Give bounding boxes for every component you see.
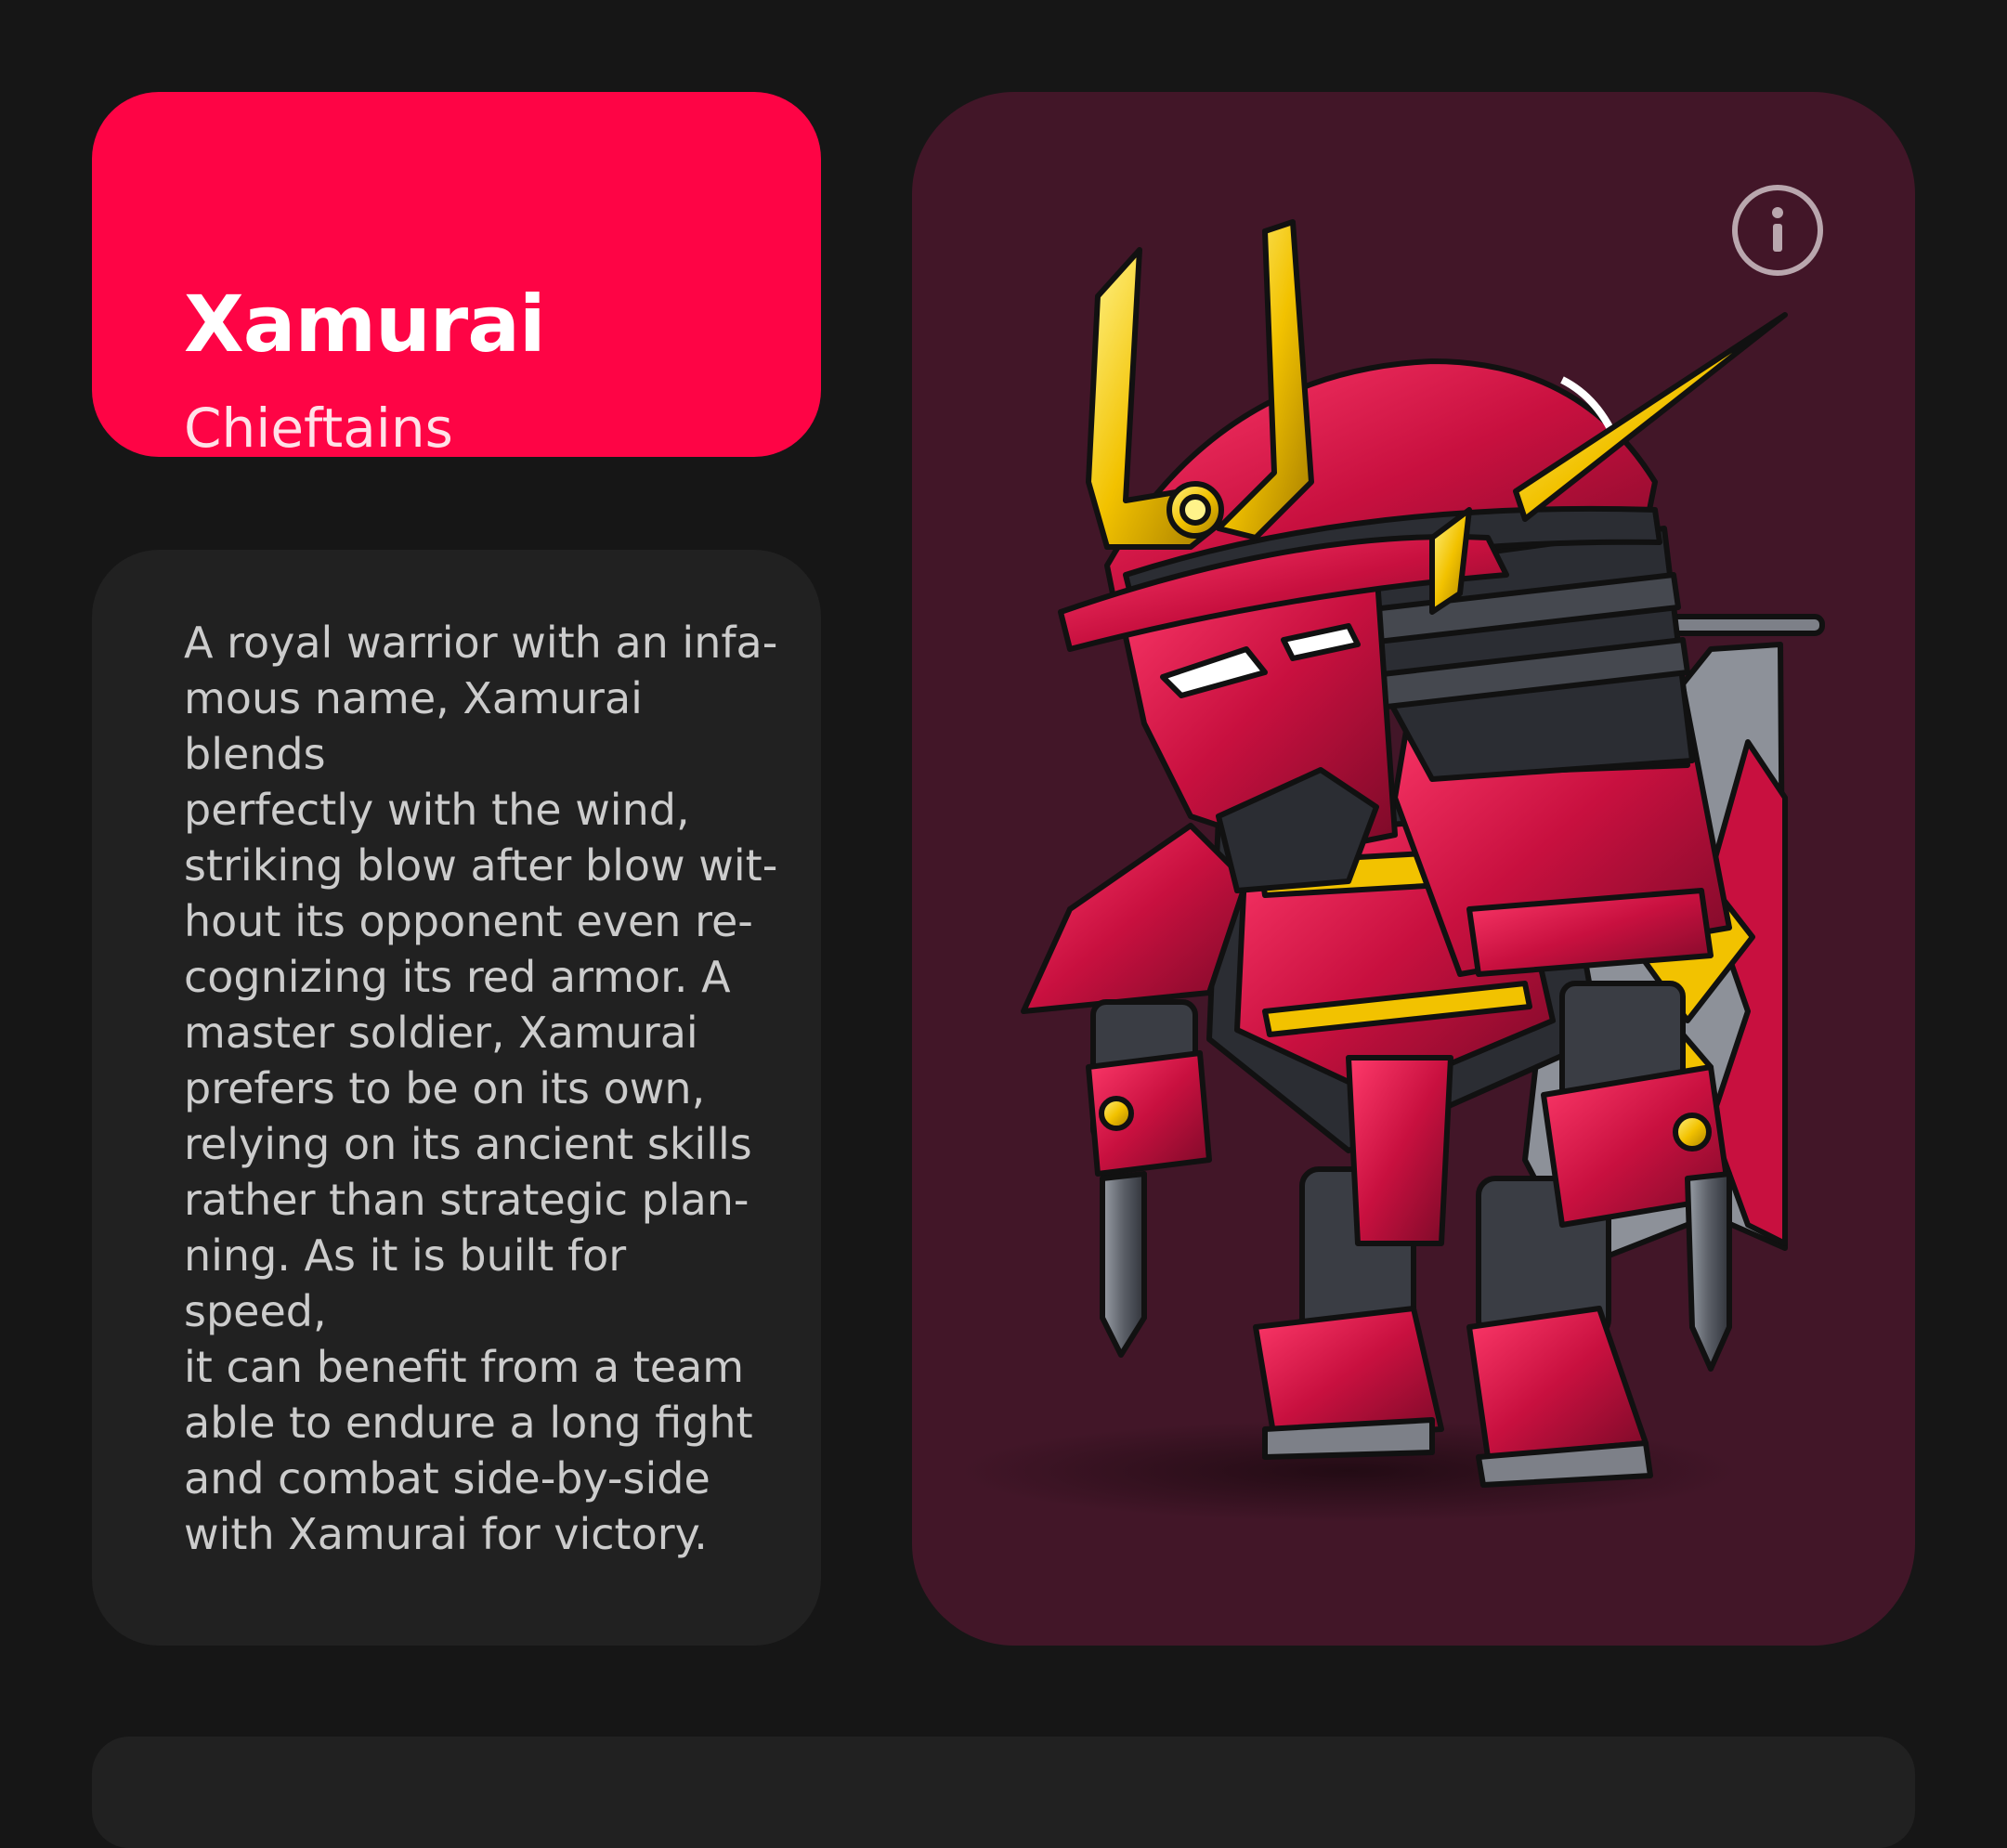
bottom-panel <box>92 1737 1915 1848</box>
character-art-card <box>912 92 1915 1646</box>
character-name: Xamurai <box>184 279 546 370</box>
name-card: Xamurai Chieftains <box>92 92 821 457</box>
info-button[interactable] <box>1732 185 1823 276</box>
description-card: A royal warrior with an infa- mous name,… <box>92 550 821 1646</box>
character-class: Chieftains <box>184 397 453 460</box>
samurai-robot-illustration <box>958 219 1825 1522</box>
info-icon <box>1772 207 1783 252</box>
character-description: A royal warrior with an infa- mous name,… <box>184 618 778 1559</box>
